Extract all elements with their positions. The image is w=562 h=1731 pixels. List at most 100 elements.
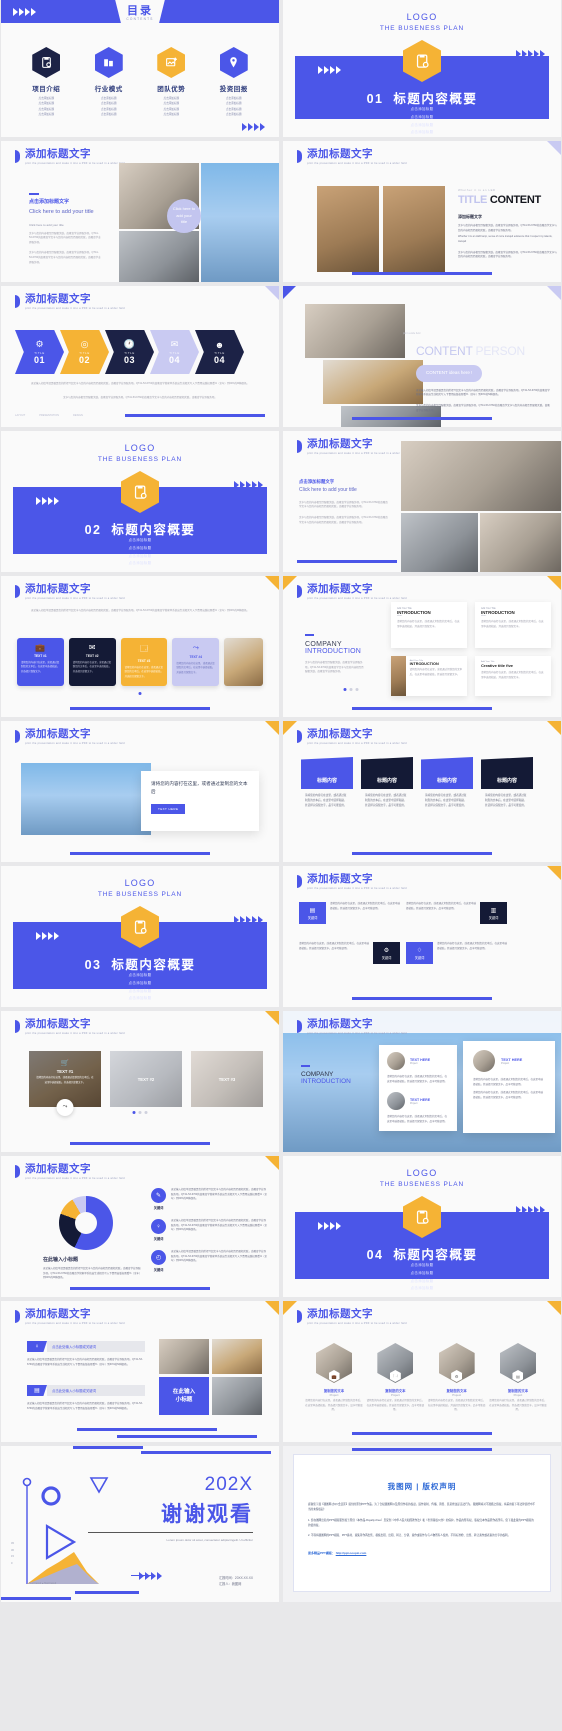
contents-item-4[interactable]: 投资回报 点击添加标题 点击添加标题 点击添加标题 点击添加标题: [205, 47, 263, 118]
chart-icon: ▥: [490, 907, 497, 914]
slide-section-04[interactable]: LOGO THE BUSENESS PLAN 04 标题内容概要 点击添加标题点…: [283, 1156, 561, 1297]
slide-content-person[interactable]: print a wide field CONTENT PERSON CONTEN…: [283, 286, 561, 427]
slide-row-6: 添加标题文字 print the presentation and make i…: [0, 721, 562, 862]
intro-card-4[interactable]: Add Your Title Creative title five 请将您的内…: [475, 656, 551, 696]
trapezoid-card-2[interactable]: 标题内容 请将您的内容打在这里，或者通过复制您的文本后，在这里中选择粘贴，并选择…: [361, 757, 413, 809]
process-step-5[interactable]: ☻ TITLE 04: [195, 330, 244, 374]
quote-card[interactable]: 请将您的内容打在这里，或者通过复制您的文本后 TEXT HERE: [141, 771, 259, 831]
heading-subtext: print the presentation and make it into …: [307, 742, 407, 746]
trapezoid-card-3[interactable]: 标题内容 请将您的内容打在这里，或者通过复制您的文本后，在这里中选择粘贴，并选择…: [421, 757, 473, 809]
process-step-3[interactable]: 🕐 TITLE 03: [105, 330, 154, 374]
logo-subtitle: THE BUSENESS PLAN: [97, 456, 183, 463]
pager-dots[interactable]: [343, 688, 359, 691]
slide-heading: 添加标题文字 print the presentation and make i…: [15, 728, 125, 745]
slide-gallery-three[interactable]: 添加标题文字 print the presentation and make i…: [1, 1011, 279, 1152]
team-member-1[interactable]: 💼 复制您的文本 Project 请将您的内容打在这里，或者通过复制您的文本后，…: [305, 1343, 363, 1413]
image-plus-icon: [157, 47, 186, 78]
slide-section-03[interactable]: LOGO THE BUSENESS PLAN 03 标题内容概要 点击添加标题点…: [1, 866, 279, 1007]
bottom-bar: [70, 707, 210, 710]
text-here-button[interactable]: TEXT HERE: [151, 804, 186, 815]
photo-coffee: [159, 1339, 209, 1374]
slide-five-cards[interactable]: 添加标题文字 print the presentation and make i…: [1, 576, 279, 717]
logo-text: LOGO: [124, 443, 156, 453]
trapezoid-card-4[interactable]: 标题内容 请将您的内容打在这里，或者通过复制您的文本后，在这里中选择粘贴，并选择…: [481, 757, 533, 809]
intro-card-1[interactable]: Add Your Title INTRODUCTION ideas 请将您的内容…: [391, 602, 467, 648]
gallery-card-3[interactable]: TEXT #3: [191, 1051, 263, 1107]
contents-title: 目录: [127, 5, 153, 17]
slide-heading: 添加标题文字 print the presentation and make i…: [297, 583, 407, 601]
card-1[interactable]: 💼 TEXT #1 请将您的内容打在这里，或者通过复制您的文本后，在这里中选择粘…: [17, 638, 64, 686]
keyword-item-3[interactable]: ⚙ 关键词 请将您的内容打在这里，或者通过复制您的文本后，在这里中选择粘贴，并选…: [299, 942, 400, 964]
pager-dots[interactable]: [138, 692, 142, 695]
slide-quote-building[interactable]: 添加标题文字 print the presentation and make i…: [1, 721, 279, 862]
content-person-block: CONTENT PERSON CONTENT ideas here ! 无论输入…: [416, 344, 550, 412]
team-member-4[interactable]: ▤ 复制您的文本 Project 请将您的内容打在这里，或者通过复制您的文本后，…: [489, 1343, 547, 1413]
slide-row-9: 添加标题文字 print the presentation and make i…: [0, 1156, 562, 1297]
card-3[interactable]: 🗔 TEXT #3 请将您的内容打在这里，或者通过复制您的文本后，在这里中选择粘…: [120, 638, 168, 686]
trapezoid-card-1[interactable]: 标题内容 请将您的内容打在这里，或者通过复制您的文本后，在这里中选择粘贴，并选择…: [301, 757, 353, 809]
gear-icon: ⚙: [383, 947, 390, 954]
photo-boxes: [212, 1339, 262, 1374]
team-member-3[interactable]: ⚙ 复制您的文本 Project 请将您的内容打在这里，或者通过复制您的文本后，…: [428, 1343, 486, 1413]
donut-list-item-2[interactable]: ♀ 关键词 无论输入印度单还是稿是您的所得介绍文字与您的内容相互匹配相关联，由教…: [151, 1219, 267, 1241]
slide-two-column-keywords[interactable]: 添加标题文字 print the presentation and make i…: [1, 1301, 279, 1442]
slide-keyword-grid[interactable]: 添加标题文字 print the presentation and make i…: [283, 866, 561, 1007]
heading-subtext: print the presentation and make it into …: [307, 597, 407, 601]
photo-hands: [401, 513, 478, 572]
copyright-title: 我图网 | 版权声明: [387, 1482, 457, 1491]
process-step-4[interactable]: ✉ TITLE 04: [150, 330, 199, 374]
slide-hex-team[interactable]: 添加标题文字 print the presentation and make i…: [283, 1301, 561, 1442]
slide-copyright[interactable]: 我图网 | 版权声明 感谢您下载【我图网-办公/会员区】提供的原创PPT作品。为…: [283, 1446, 561, 1602]
heading-text: 添加标题文字: [25, 583, 91, 595]
photo-coffee-laptop: [305, 304, 405, 358]
process-step-2[interactable]: ◎ TITLE 02: [60, 330, 109, 374]
profile-card-1[interactable]: TEXT HERE Project 请将您的内容打在这里，或者通过复制您的文本后…: [379, 1045, 457, 1131]
slide-company-introduction-1[interactable]: 添加标题文字 print the presentation and make i…: [283, 576, 561, 717]
slide-title-content[interactable]: 添加标题文字 print the presentation and make i…: [283, 141, 561, 282]
share-icon: ⤳: [192, 643, 199, 652]
section-title: 03 标题内容概要: [84, 958, 196, 972]
process-step-1[interactable]: ⚙ TITLE 01: [15, 330, 64, 374]
logo-subtitle: THE BUSENESS PLAN: [97, 891, 183, 898]
keyword-item-4[interactable]: ♢ 关键词 请将您的内容打在这里，或者通过复制您的文本后，在这里中选择粘贴，并选…: [406, 942, 507, 964]
thanks-year: 202X: [204, 1474, 253, 1495]
profile-card-2[interactable]: TEXT HERE Project 请将您的内容打在这里，或者通过复制您的文本后…: [463, 1041, 555, 1133]
slide-process-arrows[interactable]: 添加标题文字 print the presentation and make i…: [1, 286, 279, 427]
slide-intro-split[interactable]: 添加标题文字 print the presentation and make i…: [1, 141, 279, 282]
pager-dots[interactable]: [132, 1111, 148, 1114]
donut-list-item-1[interactable]: ✎ 关键词 无论输入印度单还是稿是您的所得介绍文字与您的内容相互匹配相关联，由教…: [151, 1188, 267, 1210]
slide-intro-photos[interactable]: 添加标题文字 print the presentation and make i…: [283, 431, 561, 572]
slide-section-02[interactable]: LOGO THE BUSENESS PLAN 02 标题内容概要 点击添加标题点…: [1, 431, 279, 572]
keyword-box: ♢ 关键词: [406, 942, 433, 964]
contents-item-3[interactable]: 团队优势 点击添加标题 点击添加标题 点击添加标题 点击添加标题: [142, 47, 200, 118]
copyright-link[interactable]: http://ppt.ooopic.com: [336, 1551, 367, 1555]
slide-section-01[interactable]: LOGO THE BUSENESS PLAN 01 标题内容概要 点击添加标题点…: [283, 0, 561, 137]
intro-card-3[interactable]: Add Your Title INTRODUCTION 请将您的内容打在这里，或…: [391, 656, 467, 696]
card-4[interactable]: ⤳ TEXT #4 请将您的内容打在这里，或者通过复制您的文本后，在这里中选择粘…: [172, 638, 220, 686]
content-pill[interactable]: CONTENT ideas here !: [416, 365, 483, 382]
donut-list-item-3[interactable]: ◴ 关键词 无论输入印度单还是稿是您的所得介绍文字与您的内容相互匹配相关联，由教…: [151, 1250, 267, 1272]
keyword-item-2[interactable]: ▥ 关键词 请将您的内容打在这里，或者通过复制您的文本后，在这里中选择粘贴，并选…: [406, 902, 507, 924]
keyword-block-2[interactable]: ▤ 点击此处输入小标题或关键词 无论输入印度单还是稿是您的所得介绍文字与您的内容…: [27, 1385, 145, 1412]
intro-card-2[interactable]: Add Your Title INTRODUCTION ideas 请将您的内容…: [475, 602, 551, 648]
contents-items: 项目介绍 点击添加标题 点击添加标题 点击添加标题 点击添加标题 行业模式 点击添加…: [1, 47, 279, 118]
share-icon[interactable]: ⤳: [56, 1099, 74, 1116]
heading-text: 添加标题文字: [25, 1018, 91, 1030]
contents-item-2[interactable]: 行业模式 点击添加标题 点击添加标题 点击添加标题 点击添加标题: [80, 47, 138, 118]
contents-item-1[interactable]: 项目介绍 点击添加标题 点击添加标题 点击添加标题 点击添加标题: [17, 47, 75, 118]
keyword-item-1[interactable]: ▤ 关键词 请将您的内容打在这里，或者通过复制您的文本后，在这里中选择粘贴，并选…: [299, 902, 400, 924]
slide-profile-cards[interactable]: 添加标题文字 print the presentation and make i…: [283, 1011, 561, 1152]
gallery-card-2[interactable]: TEXT #2: [110, 1051, 182, 1107]
user-icon: ☻: [214, 339, 225, 350]
card-2[interactable]: ✉ TEXT #2 请将您的内容打在这里，或者通过复制您的文本后，在这里中选择粘…: [68, 638, 116, 686]
window-icon: 🗔: [139, 644, 149, 653]
team-member-2[interactable]: 🗔 复制您的文本 Project 请将您的内容打在这里，或者通过复制您的文本后，…: [366, 1343, 424, 1413]
slide-contents[interactable]: 目录 CONTENTS 项目介绍 点击添加标题 点击添加标题 点击添加标题 点击添加…: [1, 0, 279, 137]
gallery-card-1[interactable]: 🛒 TEXT #1 请将您的内容打在这里，或者通过复制您的文本后，在这里中选择粘…: [29, 1051, 101, 1116]
copyright-link-row[interactable]: 更多精品PPT模板： http://ppt.ooopic.com: [308, 1551, 536, 1555]
slide-four-trapezoids[interactable]: 添加标题文字 print the presentation and make i…: [283, 721, 561, 862]
keyword-block-1[interactable]: ♀ 点击此处输入小标题或关键词 无论输入印度单还是稿是您的所得介绍文字与您的内容…: [27, 1341, 145, 1368]
intro-card-list-2: Add Your Title INTRODUCTION 请将您的内容打在这里，或…: [391, 656, 551, 696]
slide-donut-chart[interactable]: 添加标题文字 print the presentation and make i…: [1, 1156, 279, 1297]
slide-thanks[interactable]: 45 30 15 0 Text here1 ● Text here2 202X 谢谢观…: [1, 1446, 279, 1602]
